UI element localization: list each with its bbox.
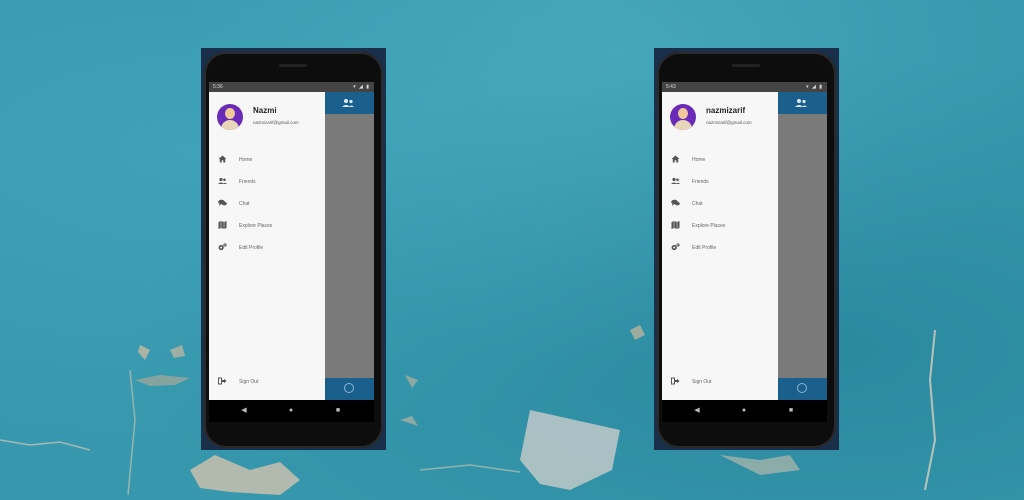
chat-icon xyxy=(670,199,680,209)
back-icon[interactable]: ◀ xyxy=(692,406,702,416)
menu-label-edit-profile: Edit Profile xyxy=(239,245,264,251)
avatar[interactable] xyxy=(217,104,243,130)
back-icon[interactable]: ◀ xyxy=(239,406,249,416)
menu-label-sign-out: Sign Out xyxy=(239,379,259,385)
status-time: 5:43 xyxy=(666,84,676,90)
avatar-head xyxy=(678,108,688,119)
phone-speaker xyxy=(732,64,760,67)
menu-item-chat[interactable]: Chat xyxy=(662,197,778,211)
menu-item-explore-places[interactable]: Explore Places xyxy=(662,219,778,233)
menu-item-home[interactable]: Home xyxy=(209,153,325,167)
avatar-head xyxy=(225,108,235,119)
menu-item-sign-out[interactable]: Sign Out xyxy=(662,375,778,389)
menu-label-explore-places: Explore Places xyxy=(692,223,726,229)
avatar[interactable] xyxy=(670,104,696,130)
profile-email: nazmizarif@gmail.com xyxy=(706,120,752,125)
menu-label-sign-out: Sign Out xyxy=(692,379,712,385)
status-bar: 5:43 ▾ ◢ ▮ xyxy=(662,82,827,92)
menu-label-friends: Friends xyxy=(239,179,256,185)
android-nav-bar: ◀ ● ■ xyxy=(662,400,827,422)
menu-item-home[interactable]: Home xyxy=(662,153,778,167)
compass-icon[interactable] xyxy=(344,383,354,393)
status-time: 5:36 xyxy=(213,84,223,90)
menu-label-edit-profile: Edit Profile xyxy=(692,245,717,251)
phone-speaker xyxy=(279,64,307,67)
phone-screen: 5:43 ▾ ◢ ▮ nazmizarif nazmizarif@gmail.c… xyxy=(662,82,827,400)
navigation-drawer: Nazmi nazmizarif@gmail.com Home Friends … xyxy=(209,92,325,400)
recents-icon[interactable]: ■ xyxy=(333,406,343,416)
navigation-drawer: nazmizarif nazmizarif@gmail.com Home Fri… xyxy=(662,92,778,400)
home-icon xyxy=(217,155,227,165)
add-friend-icon[interactable] xyxy=(795,98,807,108)
home-button-icon[interactable]: ● xyxy=(286,406,296,416)
paint-cracks-decoration xyxy=(0,325,937,496)
chat-icon xyxy=(217,199,227,209)
status-icons: ▾ ◢ ▮ xyxy=(353,84,370,90)
menu-item-chat[interactable]: Chat xyxy=(209,197,325,211)
menu-item-edit-profile[interactable]: Edit Profile xyxy=(662,241,778,255)
recents-icon[interactable]: ■ xyxy=(786,406,796,416)
profile-email: nazmizarif@gmail.com xyxy=(253,120,299,125)
phone-screen: 5:36 ▾ ◢ ▮ Nazmi nazmizarif@gmail.com Ho… xyxy=(209,82,374,400)
settings-icon xyxy=(670,243,680,253)
friends-icon xyxy=(217,177,227,187)
menu-label-chat: Chat xyxy=(239,201,250,207)
friends-icon xyxy=(670,177,680,187)
menu-item-friends[interactable]: Friends xyxy=(209,175,325,189)
profile-name: nazmizarif xyxy=(706,106,746,115)
home-icon xyxy=(670,155,680,165)
add-friend-icon[interactable] xyxy=(342,98,354,108)
settings-icon xyxy=(217,243,227,253)
sign-out-icon xyxy=(217,377,227,387)
android-nav-bar: ◀ ● ■ xyxy=(209,400,374,422)
map-icon xyxy=(217,221,227,231)
menu-label-friends: Friends xyxy=(692,179,709,185)
status-bar: 5:36 ▾ ◢ ▮ xyxy=(209,82,374,92)
menu-item-edit-profile[interactable]: Edit Profile xyxy=(209,241,325,255)
menu-item-explore-places[interactable]: Explore Places xyxy=(209,219,325,233)
avatar-shoulders xyxy=(674,120,692,130)
map-icon xyxy=(670,221,680,231)
avatar-shoulders xyxy=(221,120,239,130)
phone-mockup-1: 5:36 ▾ ◢ ▮ Nazmi nazmizarif@gmail.com Ho… xyxy=(201,48,386,450)
menu-label-home: Home xyxy=(692,157,706,163)
compass-icon[interactable] xyxy=(797,383,807,393)
sign-out-icon xyxy=(670,377,680,387)
menu-label-explore-places: Explore Places xyxy=(239,223,273,229)
menu-label-chat: Chat xyxy=(692,201,703,207)
home-button-icon[interactable]: ● xyxy=(739,406,749,416)
profile-name: Nazmi xyxy=(253,106,277,115)
phone-mockup-2: 5:43 ▾ ◢ ▮ nazmizarif nazmizarif@gmail.c… xyxy=(654,48,839,450)
menu-item-friends[interactable]: Friends xyxy=(662,175,778,189)
menu-label-home: Home xyxy=(239,157,253,163)
status-icons: ▾ ◢ ▮ xyxy=(806,84,823,90)
menu-item-sign-out[interactable]: Sign Out xyxy=(209,375,325,389)
